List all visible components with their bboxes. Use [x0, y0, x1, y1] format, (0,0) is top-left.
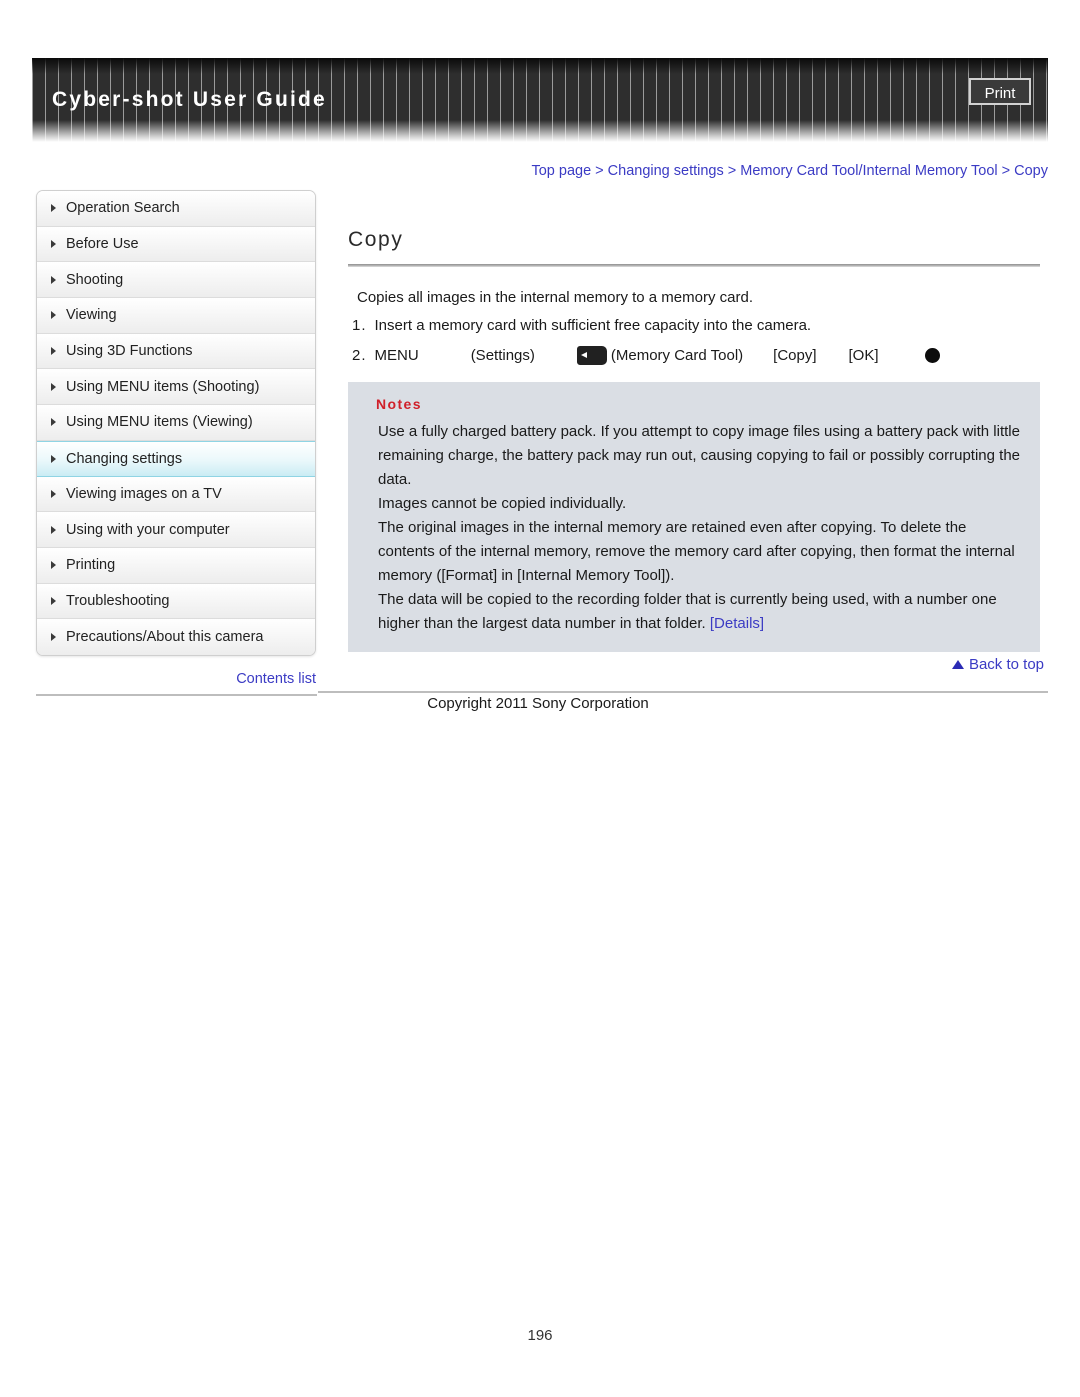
sidebar-item-label: Using with your computer [66, 521, 230, 538]
back-to-top-label: Back to top [968, 656, 1044, 673]
note-line-text: The data will be copied to the recording… [378, 591, 997, 632]
triangle-bullet-icon [51, 311, 56, 320]
sidebar-item-label: Before Use [66, 236, 139, 253]
notes-heading: Notes [376, 396, 422, 412]
triangle-bullet-icon [51, 275, 56, 284]
sidebar-item-label: Printing [66, 557, 116, 574]
step-1-number: 1. [352, 317, 367, 334]
sidebar-item-label: Troubleshooting [66, 592, 170, 609]
page-title: Copy [348, 228, 404, 251]
sidebar-item-shooting[interactable]: Shooting [37, 262, 315, 299]
sidebar-item-using-menu-items-shooting[interactable]: Using MENU items (Shooting) [37, 369, 315, 406]
sidebar-item-viewing[interactable]: Viewing [37, 298, 315, 334]
step-2: 2. MENU (Settings) (Memory Card Tool) [C… [352, 346, 940, 365]
sidebar-item-label: Viewing [66, 307, 117, 324]
sidebar-item-operation-search[interactable]: Operation Search [37, 191, 315, 227]
triangle-bullet-icon [51, 525, 56, 534]
details-link[interactable]: [Details] [710, 615, 764, 632]
sidebar-item-viewing-images-on-a-tv[interactable]: Viewing images on a TV [37, 476, 315, 513]
sidebar-item-using-with-your-computer[interactable]: Using with your computer [37, 512, 315, 548]
sidebar-item-precautions-about-this-camera[interactable]: Precautions/About this camera [37, 619, 315, 655]
note-line: Images cannot be copied individually. [378, 495, 627, 512]
sidebar-item-label: Using MENU items (Viewing) [66, 414, 253, 431]
header-top-gradient [32, 58, 1048, 74]
triangle-bullet-icon [51, 418, 56, 427]
note-line: The original images in the internal memo… [378, 519, 1015, 584]
sidebar-item-label: Using 3D Functions [66, 343, 193, 360]
step-2-number: 2. [352, 347, 367, 364]
up-triangle-icon [951, 660, 964, 669]
triangle-bullet-icon [51, 240, 56, 249]
sidebar-item-label: Changing settings [66, 450, 183, 467]
settings-label: (Settings) [470, 347, 535, 364]
filled-circle-icon [924, 348, 940, 363]
triangle-bullet-icon [51, 633, 56, 642]
step-1: 1. Insert a memory card with sufficient … [352, 317, 811, 334]
sidebar-item-label: Viewing images on a TV [66, 485, 222, 502]
breadcrumb[interactable]: Top page > Changing settings > Memory Ca… [531, 163, 1048, 179]
footer-divider [318, 691, 1048, 693]
triangle-bullet-icon [51, 347, 56, 356]
sidebar-item-label: Shooting [66, 271, 124, 288]
back-to-top-link[interactable]: Back to top [951, 656, 1044, 673]
copy-label: [Copy] [773, 347, 817, 364]
triangle-bullet-icon [51, 454, 56, 463]
contents-list-link[interactable]: Contents list [36, 671, 316, 687]
sidebar-item-label: Using MENU items (Shooting) [66, 378, 260, 395]
app-title: Cyber-shot User Guide [52, 88, 327, 111]
triangle-bullet-icon [51, 596, 56, 605]
sidebar-item-using-3d-functions[interactable]: Using 3D Functions [37, 333, 315, 370]
title-divider [348, 264, 1040, 267]
ok-label: [OK] [848, 347, 879, 364]
sidebar-item-label: Operation Search [66, 200, 180, 217]
menu-label: MENU [374, 347, 419, 364]
memory-card-icon [576, 346, 607, 365]
sidebar-navigation: Operation Search Before Use Shooting Vie… [36, 190, 316, 656]
page-number: 196 [527, 1327, 553, 1344]
sidebar-item-using-menu-items-viewing[interactable]: Using MENU items (Viewing) [37, 405, 315, 441]
sidebar-item-changing-settings[interactable]: Changing settings [37, 440, 315, 477]
copyright-text: Copyright 2011 Sony Corporation [427, 695, 649, 712]
intro-paragraph: Copies all images in the internal memory… [357, 289, 753, 306]
print-button[interactable]: Print [969, 78, 1031, 105]
step-1-text: Insert a memory card with sufficient fre… [374, 317, 812, 334]
triangle-bullet-icon [51, 204, 56, 213]
triangle-bullet-icon [51, 382, 56, 391]
sidebar-item-printing[interactable]: Printing [37, 547, 315, 584]
sidebar-divider [36, 694, 317, 696]
triangle-bullet-icon [51, 561, 56, 570]
memory-card-tool-label: (Memory Card Tool) [610, 347, 744, 364]
note-line: Use a fully charged battery pack. If you… [378, 423, 1021, 488]
sidebar-item-before-use[interactable]: Before Use [37, 226, 315, 263]
notes-box: Notes Use a fully charged battery pack. … [348, 382, 1040, 652]
sidebar-item-troubleshooting[interactable]: Troubleshooting [37, 583, 315, 620]
triangle-bullet-icon [51, 489, 56, 498]
sidebar-item-label: Precautions/About this camera [66, 629, 264, 646]
note-line: The data will be copied to the recording… [378, 588, 1026, 636]
header-banner: Cyber-shot User Guide Print [32, 58, 1048, 142]
header-bottom-gradient [32, 120, 1048, 142]
